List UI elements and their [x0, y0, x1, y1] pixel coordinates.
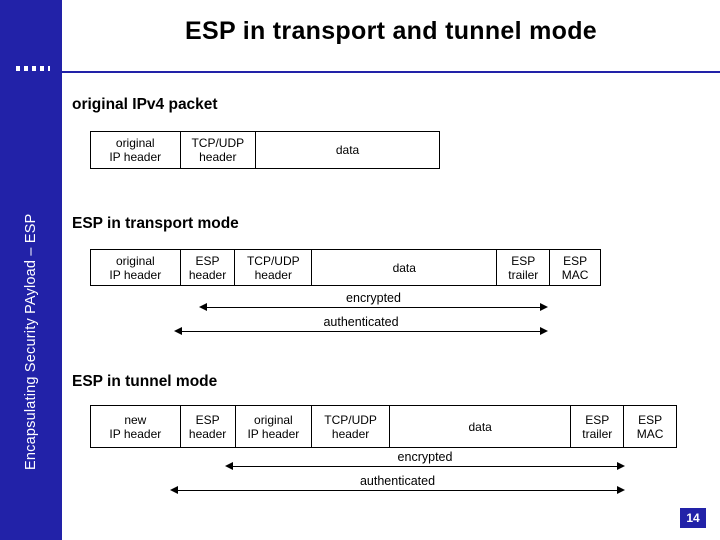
- header-dash-marks-icon: [16, 66, 50, 71]
- packet-field: ESP trailer: [571, 406, 625, 447]
- header-divider: [0, 71, 720, 73]
- packet-field: data: [312, 250, 498, 285]
- packet-field: original IP header: [91, 132, 181, 168]
- span-label: encrypted: [397, 450, 453, 464]
- packet-field-line1: ESP: [195, 253, 220, 268]
- section-heading-original: original IPv4 packet: [72, 96, 218, 113]
- span-label: authenticated: [359, 474, 436, 488]
- packet-field-line1: data: [392, 260, 416, 275]
- sidebar: Encapsulating Security PAyload – ESP: [0, 0, 62, 540]
- packet-field-line2: header: [254, 267, 292, 282]
- packet-field: ESP MAC: [624, 406, 676, 447]
- packet-field-line2: IP header: [247, 426, 300, 441]
- span-arrow-line: [182, 331, 540, 332]
- packet-diagram-transport: original IP header ESP header TCP/UDP header d…: [90, 249, 601, 286]
- packet-field-line1: ESP: [511, 253, 536, 268]
- packet-field: TCP/UDP header: [312, 406, 390, 447]
- packet-field-line2: IP header: [109, 267, 162, 282]
- packet-field-line1: TCP/UDP: [191, 136, 245, 150]
- section-heading-transport: ESP in transport mode: [72, 215, 239, 232]
- section-heading-tunnel: ESP in tunnel mode: [72, 373, 218, 390]
- page-number-badge: 14: [680, 508, 706, 528]
- packet-field: original IP header: [91, 250, 181, 285]
- packet-field-line1: data: [468, 419, 492, 434]
- packet-field: new IP header: [91, 406, 181, 447]
- packet-field-line1: TCP/UDP: [324, 412, 377, 427]
- span-arrow-line: [207, 307, 540, 308]
- packet-field: ESP header: [181, 250, 236, 285]
- packet-field-line2: header: [188, 267, 227, 282]
- packet-field-line1: TCP/UDP: [246, 253, 300, 268]
- packet-field-line2: header: [188, 426, 227, 441]
- packet-field: TCP/UDP header: [235, 250, 313, 285]
- packet-field: data: [390, 406, 572, 447]
- span-label: encrypted: [346, 291, 401, 305]
- packet-field: ESP MAC: [550, 250, 600, 285]
- packet-field: TCP/UDP header: [181, 132, 257, 168]
- packet-field: data: [256, 132, 439, 168]
- packet-field-line1: original: [115, 136, 155, 150]
- packet-field-line2: IP header: [109, 150, 162, 164]
- packet-field-line2: MAC: [561, 267, 589, 282]
- packet-field: original IP header: [236, 406, 313, 447]
- packet-field-line2: trailer: [508, 267, 539, 282]
- packet-field-line1: original: [115, 253, 155, 268]
- packet-field-line2: trailer: [582, 426, 613, 441]
- packet-field-line2: IP header: [109, 426, 162, 441]
- packet-field-line1: ESP: [585, 412, 610, 427]
- page-title: ESP in transport and tunnel mode: [185, 17, 597, 45]
- packet-field-line2: MAC: [636, 426, 664, 441]
- span-arrow-line: [178, 490, 617, 491]
- packet-field: ESP header: [181, 406, 236, 447]
- packet-field-line1: original: [254, 412, 293, 427]
- span-label: authenticated: [323, 315, 399, 329]
- span-arrow-line: [233, 466, 617, 467]
- packet-field-line1: ESP: [638, 412, 663, 427]
- packet-field-line1: data: [335, 143, 360, 157]
- packet-field-line1: ESP: [563, 253, 588, 268]
- packet-field-line1: new: [124, 412, 147, 427]
- packet-field-line2: header: [331, 426, 370, 441]
- packet-field-line1: ESP: [195, 412, 220, 427]
- packet-diagram-original: original IP header TCP/UDP header data: [90, 131, 440, 169]
- packet-diagram-tunnel: new IP header ESP header original IP header TC…: [90, 405, 677, 448]
- packet-field-line2: header: [199, 150, 237, 164]
- packet-field: ESP trailer: [497, 250, 551, 285]
